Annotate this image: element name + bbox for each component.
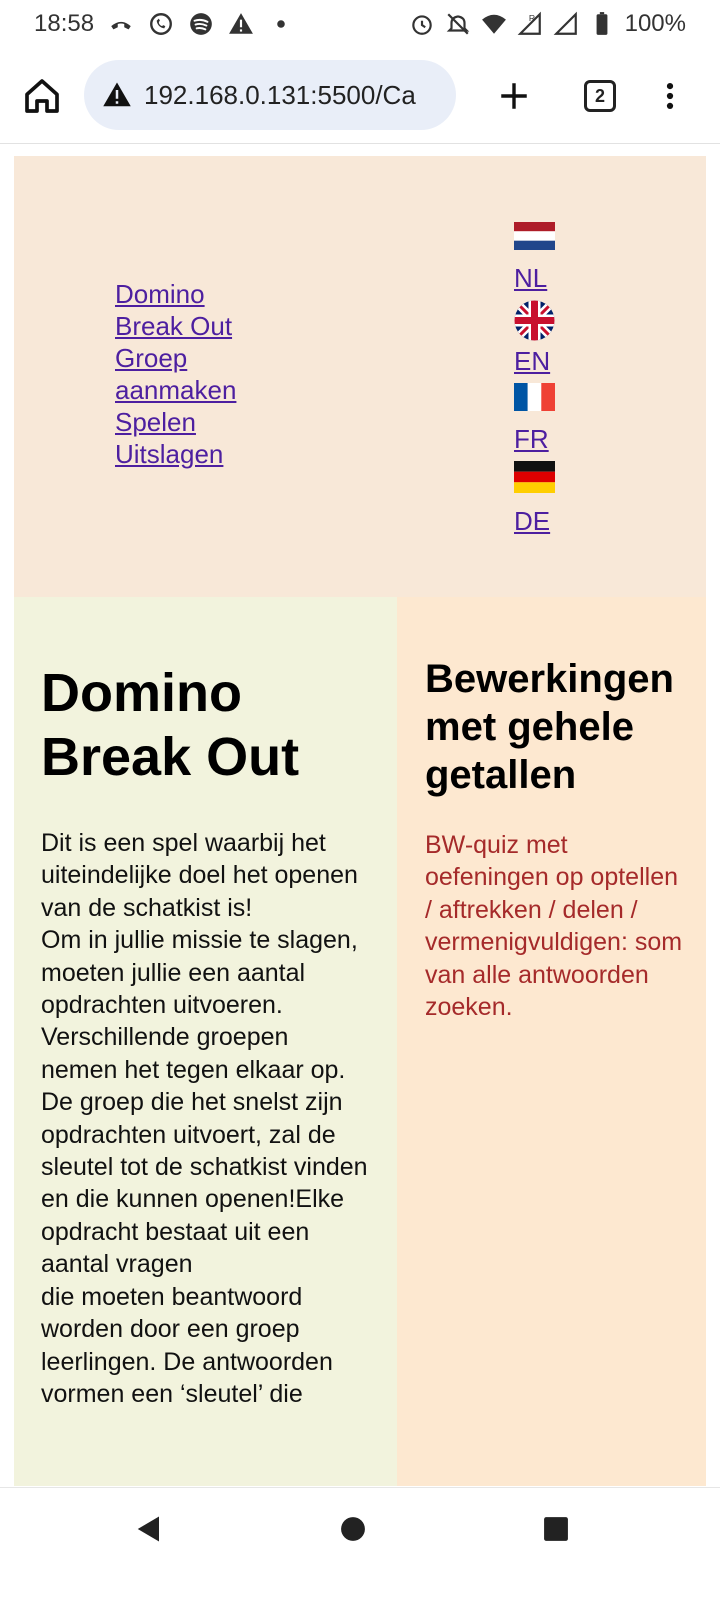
browser-toolbar: 192.168.0.131:5500/Ca 2 bbox=[0, 48, 720, 144]
intro-text: Dit is een spel waarbij het uiteindelijk… bbox=[41, 829, 368, 1408]
lang-option-en[interactable]: EN bbox=[514, 300, 574, 377]
mute-icon bbox=[445, 11, 471, 37]
recents-button[interactable] bbox=[543, 1516, 569, 1547]
browser-menu-button[interactable] bbox=[646, 72, 694, 120]
lang-link-nl[interactable]: NL bbox=[514, 262, 574, 294]
home-icon bbox=[25, 79, 59, 113]
whatsapp-icon bbox=[148, 11, 174, 37]
warning-icon bbox=[228, 11, 254, 37]
more-vert-icon bbox=[666, 82, 674, 110]
sidebar-description: BW-quiz met oefeningen op optellen / aft… bbox=[425, 831, 683, 1022]
page-title: Domino Break Out bbox=[41, 663, 300, 787]
sidebar-title: Bewerkingen met gehele getallen bbox=[425, 657, 674, 797]
nav-link-domino[interactable]: Domino bbox=[115, 278, 255, 310]
nav-link-spelen[interactable]: Spelen bbox=[115, 406, 255, 438]
home-circle-icon bbox=[341, 1517, 365, 1541]
url-text[interactable]: 192.168.0.131:5500/Ca bbox=[144, 80, 416, 111]
back-triangle-icon bbox=[137, 1516, 159, 1542]
not-secure-warning-icon[interactable] bbox=[102, 80, 132, 110]
language-selector: NL EN FR DE bbox=[514, 220, 574, 543]
nav-link-break-out[interactable]: Break Out bbox=[115, 310, 255, 342]
tab-count: 2 bbox=[584, 80, 616, 112]
fr-flag-icon[interactable] bbox=[514, 383, 555, 411]
lang-option-de[interactable]: DE bbox=[514, 461, 574, 537]
wifi-icon bbox=[481, 11, 507, 37]
battery-icon bbox=[589, 11, 615, 37]
lang-option-fr[interactable]: FR bbox=[514, 383, 574, 455]
nav-link-aanmaken[interactable]: aanmaken bbox=[115, 374, 255, 406]
lang-link-de[interactable]: DE bbox=[514, 505, 574, 537]
site-header: Domino Break Out Groep aanmaken Spelen U… bbox=[14, 156, 706, 597]
home-nav-button[interactable] bbox=[340, 1516, 366, 1547]
nl-flag-icon[interactable] bbox=[514, 222, 555, 250]
system-nav-bar bbox=[0, 1487, 720, 1600]
tab-switcher-button[interactable]: 2 bbox=[576, 72, 624, 120]
address-bar[interactable]: 192.168.0.131:5500/Ca bbox=[84, 60, 456, 130]
new-tab-button[interactable] bbox=[490, 72, 538, 120]
lang-option-nl[interactable]: NL bbox=[514, 222, 574, 294]
uk-flag-icon[interactable] bbox=[514, 300, 555, 341]
lang-link-en[interactable]: EN bbox=[514, 345, 574, 377]
home-button[interactable] bbox=[18, 72, 66, 120]
signal-r-icon: R bbox=[517, 11, 543, 37]
status-time: 18:58 bbox=[34, 10, 95, 37]
main-content: Domino Break Out Dit is een spel waarbij… bbox=[14, 597, 397, 1486]
nav-link-uitslagen[interactable]: Uitslagen bbox=[115, 438, 255, 470]
plus-icon bbox=[501, 83, 527, 109]
lang-link-fr[interactable]: FR bbox=[514, 423, 574, 455]
de-flag-icon[interactable] bbox=[514, 461, 555, 493]
spotify-icon bbox=[188, 11, 214, 37]
battery-level: 100% bbox=[624, 10, 686, 37]
web-page: Domino Break Out Groep aanmaken Spelen U… bbox=[14, 156, 706, 1486]
missed-call-icon bbox=[108, 11, 134, 37]
nav-link-groep[interactable]: Groep bbox=[115, 342, 255, 374]
dot-icon bbox=[268, 11, 294, 37]
back-button[interactable] bbox=[134, 1514, 164, 1549]
sidebar: Bewerkingen met gehele getallen BW-quiz … bbox=[397, 597, 706, 1486]
main-nav: Domino Break Out Groep aanmaken Spelen U… bbox=[115, 278, 255, 470]
recents-square-icon bbox=[544, 1517, 568, 1541]
signal-icon bbox=[553, 11, 579, 37]
alarm-icon bbox=[409, 11, 435, 37]
svg-text:R: R bbox=[529, 13, 535, 23]
status-bar: 18:58 R 100% bbox=[0, 0, 720, 48]
